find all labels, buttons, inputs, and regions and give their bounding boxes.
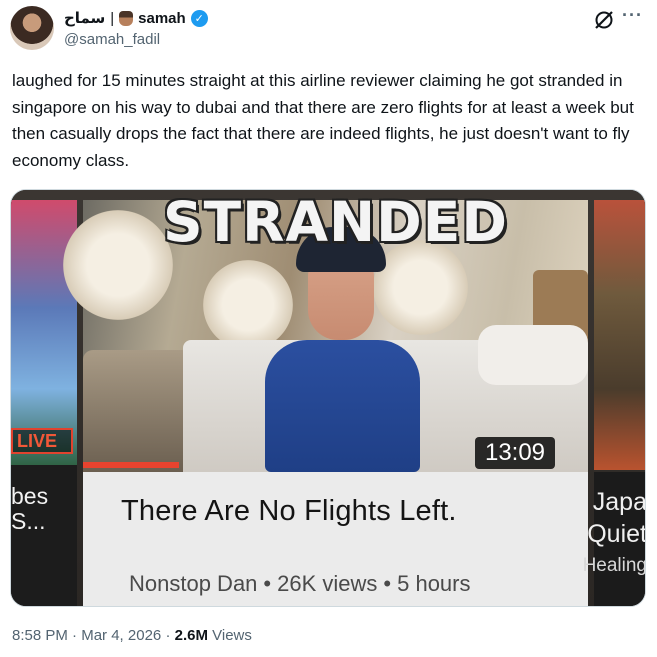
person-body [265,340,420,472]
grok-icon[interactable] [593,9,615,31]
view-count: 26K views [277,571,378,596]
meta-dot: · [72,627,82,644]
views-label: Views [212,627,252,644]
meta-dot: • [263,571,272,596]
pillow [478,325,588,385]
display-name: samah [138,9,186,27]
flower-decoration [203,260,293,350]
woman-emoji-icon [119,10,134,26]
flower-decoration [373,240,468,335]
right-title-line1: Japa [592,488,646,516]
right-video-title: Japa Quiet Healing [571,486,646,582]
video-duration: 13:09 [475,437,555,469]
tweet-date[interactable]: Mar 4, 2026 [81,627,161,644]
watch-progress-bar [83,462,179,468]
video-meta: Nonstop Dan • 26K views • 5 hours [129,571,471,597]
verified-badge-icon[interactable]: ✓ [190,9,208,27]
right-title-line3: Healing [582,555,646,576]
left-video-title: bes S... [11,484,71,534]
tweet-time[interactable]: 8:58 PM [12,627,68,644]
left-title-line1: bes [11,483,49,509]
meta-dot: · [165,627,175,644]
right-video-thumbnail [594,200,645,470]
meta-dot: • [383,571,392,596]
live-badge: LIVE [11,428,73,454]
tweet-meta-row: 8:58 PM · Mar 4, 2026 · 2.6M Views [12,627,252,644]
author-handle[interactable]: @samah_fadil [64,31,160,48]
name-separator: | [110,9,115,27]
video-age: 5 hours [397,571,471,596]
video-title: There Are No Flights Left. [121,495,457,527]
thumbnail-overlay-text: STRANDED [163,190,508,254]
tweet-text: laughed for 15 minutes straight at this … [12,71,634,170]
tweet-media-image[interactable]: LIVE bes S... STRANDED 13:09 There Are N… [10,189,646,607]
right-title-line2: Quiet [587,520,646,548]
display-name-arabic: سماح [64,10,106,27]
author-name-row[interactable]: سماح | samah ✓ [64,8,208,28]
avatar[interactable] [10,6,54,50]
channel-name: Nonstop Dan [129,571,258,596]
left-title-line2: S... [11,508,46,534]
views-count: 2.6M [174,627,208,644]
more-icon[interactable]: ··· [622,6,646,28]
tweet: سماح | samah ✓ @samah_fadil ··· laughed … [0,0,657,657]
